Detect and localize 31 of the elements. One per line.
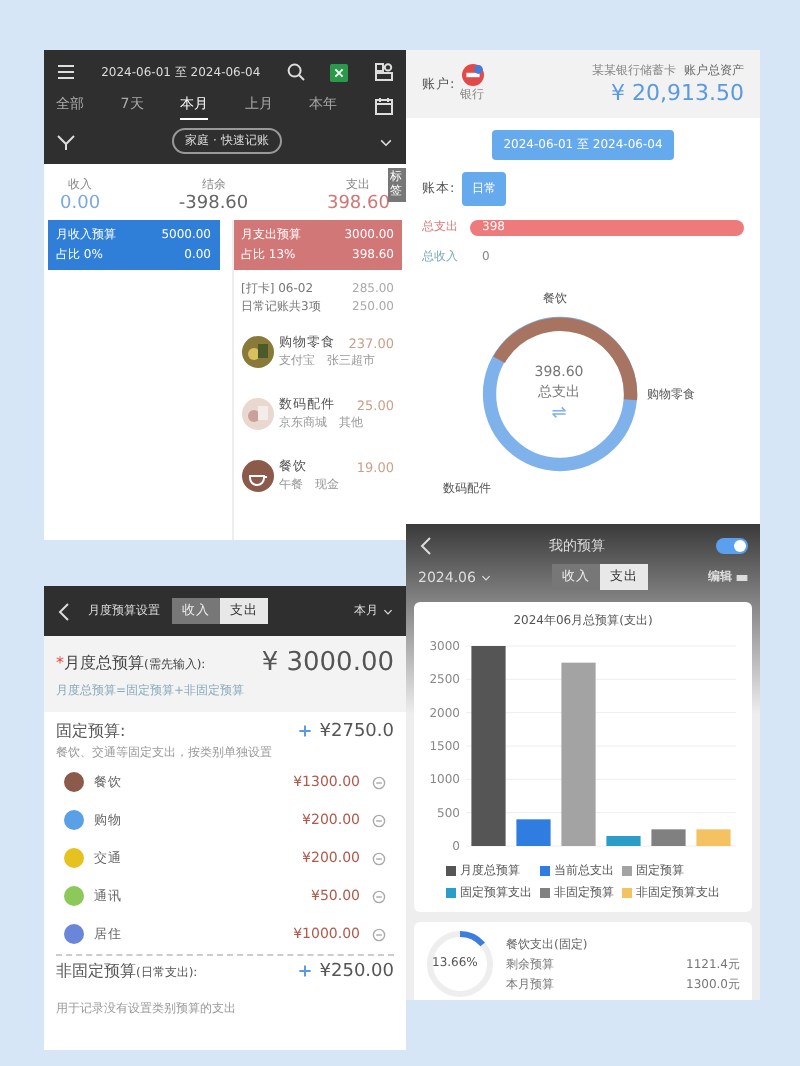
- cup-icon: [241, 460, 273, 492]
- calendar-icon[interactable]: [373, 95, 394, 115]
- legend-swatch: [446, 888, 456, 898]
- summary-value: 0.00: [60, 194, 101, 214]
- layout-icon[interactable]: [374, 62, 394, 82]
- legend-swatch: [540, 888, 550, 898]
- total-budget[interactable]: ¥ 3000.00: [261, 648, 394, 678]
- legend-swatch: [622, 866, 632, 876]
- legend-swatch: [446, 866, 456, 876]
- menu-icon[interactable]: [56, 62, 76, 82]
- chart-bar: [516, 819, 551, 846]
- caret-icon[interactable]: [479, 571, 492, 583]
- progress-ring: [426, 930, 494, 998]
- plus-icon[interactable]: [297, 964, 312, 978]
- summary-value: -398.60: [178, 194, 249, 214]
- caret-icon[interactable]: [382, 605, 394, 617]
- fixed-budget: ¥2750.0: [319, 721, 394, 741]
- chart-bar: [651, 829, 686, 846]
- summary-value: 398.60: [326, 194, 390, 214]
- flex-budget: ¥250.00: [319, 961, 394, 981]
- chart-bar: [696, 829, 731, 846]
- plus-icon[interactable]: [297, 724, 312, 738]
- fixed-budget-label: 固定预算:: [56, 720, 126, 742]
- toggle[interactable]: [716, 538, 748, 554]
- filter-icon[interactable]: [56, 131, 76, 151]
- spreadsheet-icon[interactable]: [330, 63, 349, 81]
- chart-bar: [606, 836, 641, 846]
- legend-swatch: [622, 888, 632, 898]
- search-icon[interactable]: [285, 62, 306, 82]
- account-total: ¥ 20,913.50: [611, 80, 744, 106]
- legend-swatch: [540, 866, 550, 876]
